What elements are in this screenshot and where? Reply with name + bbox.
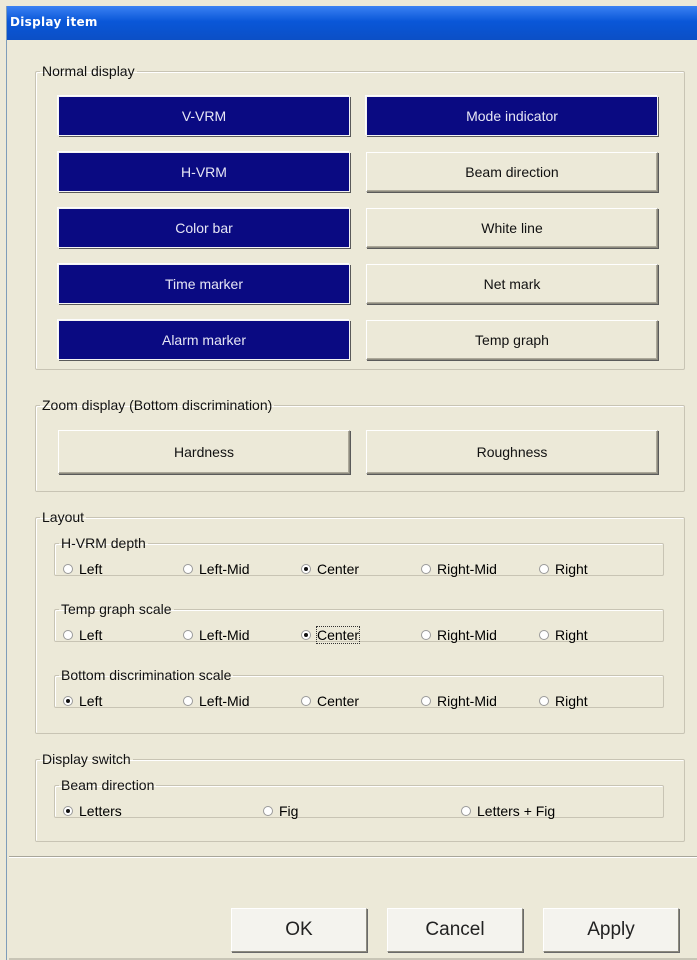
- temp-graph-scale-left[interactable]: Left: [63, 627, 102, 643]
- zoom-display-group: Zoom display (Bottom discrimination) Har…: [35, 398, 685, 492]
- radio-icon: [63, 564, 73, 574]
- radio-selected-icon: [301, 630, 311, 640]
- temp-graph-scale-right-mid[interactable]: Right-Mid: [421, 627, 497, 643]
- temp-graph-scale-left-mid[interactable]: Left-Mid: [183, 627, 250, 643]
- bottom-discrimination-scale-center[interactable]: Center: [301, 693, 359, 709]
- temp-graph-button[interactable]: Temp graph: [366, 320, 658, 360]
- normal-display-legend: Normal display: [42, 63, 135, 79]
- alarm-marker-button[interactable]: Alarm marker: [58, 320, 350, 360]
- bottom-discrimination-scale-group: Bottom discrimination scale Left Left-Mi…: [54, 667, 664, 709]
- zoom-display-legend: Zoom display (Bottom discrimination): [42, 397, 273, 413]
- radio-icon: [263, 806, 273, 816]
- display-switch-group: Display switch Beam direction Letters Fi…: [35, 752, 685, 842]
- beam-direction-group: Beam direction Letters Fig Letters + Fig: [54, 777, 664, 819]
- temp-graph-scale-center[interactable]: Center: [301, 626, 361, 644]
- beam-direction-button[interactable]: Beam direction: [366, 152, 658, 192]
- h-vrm-depth-legend: H-VRM depth: [61, 535, 146, 551]
- h-vrm-depth-left-mid[interactable]: Left-Mid: [183, 561, 250, 577]
- beam-direction-fig[interactable]: Fig: [263, 803, 298, 819]
- mode-indicator-button[interactable]: Mode indicator: [366, 96, 658, 136]
- hardness-button[interactable]: Hardness: [58, 430, 350, 474]
- bottom-discrimination-scale-left[interactable]: Left: [63, 693, 102, 709]
- beam-direction-legend: Beam direction: [61, 777, 155, 793]
- radio-icon: [421, 630, 431, 640]
- radio-icon: [461, 806, 471, 816]
- temp-graph-scale-group: Temp graph scale Left Left-Mid Center Ri…: [54, 601, 664, 644]
- radio-icon: [183, 564, 193, 574]
- radio-selected-icon: [301, 564, 311, 574]
- radio-icon: [539, 630, 549, 640]
- temp-graph-scale-legend: Temp graph scale: [61, 601, 172, 617]
- layout-group: Layout H-VRM depth Left Left-Mid Center …: [35, 510, 685, 734]
- bottom-discrimination-scale-left-mid[interactable]: Left-Mid: [183, 693, 250, 709]
- separator: [9, 856, 697, 858]
- normal-display-group: Normal display V-VRM Mode indicator H-VR…: [35, 64, 685, 370]
- apply-button[interactable]: Apply: [543, 908, 679, 952]
- ok-button[interactable]: OK: [231, 908, 367, 952]
- bottom-discrimination-scale-legend: Bottom discrimination scale: [61, 667, 232, 683]
- bottom-discrimination-scale-right-mid[interactable]: Right-Mid: [421, 693, 497, 709]
- radio-icon: [421, 564, 431, 574]
- h-vrm-depth-left[interactable]: Left: [63, 561, 102, 577]
- beam-direction-letters-fig[interactable]: Letters + Fig: [461, 803, 555, 819]
- radio-icon: [539, 564, 549, 574]
- white-line-button[interactable]: White line: [366, 208, 658, 248]
- h-vrm-depth-right-mid[interactable]: Right-Mid: [421, 561, 497, 577]
- title-bar[interactable]: Display item: [7, 6, 697, 40]
- radio-icon: [183, 696, 193, 706]
- layout-legend: Layout: [42, 509, 85, 525]
- radio-selected-icon: [63, 696, 73, 706]
- v-vrm-button[interactable]: V-VRM: [58, 96, 350, 136]
- h-vrm-depth-group: H-VRM depth Left Left-Mid Center Right-M…: [54, 535, 664, 577]
- dialog-window: Display item Normal display V-VRM Mode i…: [6, 6, 697, 960]
- cancel-button[interactable]: Cancel: [387, 908, 523, 952]
- radio-icon: [539, 696, 549, 706]
- radio-icon: [183, 630, 193, 640]
- h-vrm-depth-right[interactable]: Right: [539, 561, 588, 577]
- h-vrm-button[interactable]: H-VRM: [58, 152, 350, 192]
- window-title: Display item: [10, 15, 98, 29]
- color-bar-button[interactable]: Color bar: [58, 208, 350, 248]
- net-mark-button[interactable]: Net mark: [366, 264, 658, 304]
- h-vrm-depth-center[interactable]: Center: [301, 561, 359, 577]
- display-switch-legend: Display switch: [42, 751, 131, 767]
- roughness-button[interactable]: Roughness: [366, 430, 658, 474]
- temp-graph-scale-right[interactable]: Right: [539, 627, 588, 643]
- radio-icon: [63, 630, 73, 640]
- radio-selected-icon: [63, 806, 73, 816]
- beam-direction-letters[interactable]: Letters: [63, 803, 122, 819]
- radio-icon: [421, 696, 431, 706]
- dialog-body: Normal display V-VRM Mode indicator H-VR…: [9, 40, 697, 960]
- bottom-discrimination-scale-right[interactable]: Right: [539, 693, 588, 709]
- time-marker-button[interactable]: Time marker: [58, 264, 350, 304]
- radio-icon: [301, 696, 311, 706]
